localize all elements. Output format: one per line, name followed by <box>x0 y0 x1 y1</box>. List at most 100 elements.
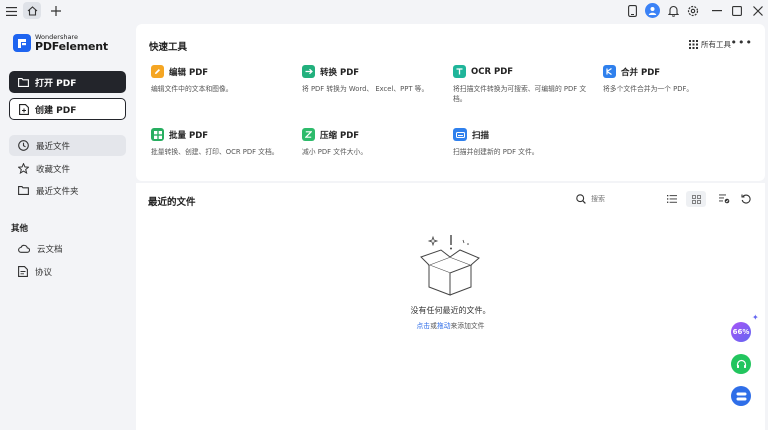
convert-pdf-icon <box>302 65 315 78</box>
ocr-pdf-icon <box>453 65 466 78</box>
brand-product: PDFelement <box>35 39 108 53</box>
tool-desc: 减小 PDF 文件大小。 <box>302 148 368 156</box>
recent-files-panel: 最近的文件 没有任何最近的文件。 点击或拖动来添加文件 <box>136 183 765 430</box>
tablet-icon[interactable] <box>624 3 640 19</box>
tool-convert-pdf[interactable]: 转换 PDF 将 PDF 转换为 Word、 Excel、PPT 等。 <box>302 65 452 94</box>
nav-cloud-documents-label: 云文档 <box>37 244 63 255</box>
empty-state-text: 没有任何最近的文件。 <box>410 306 491 315</box>
app-logo: Wondershare PDFelement <box>13 34 108 52</box>
merge-pdf-icon <box>603 65 616 78</box>
batch-pdf-icon <box>151 128 164 141</box>
nav-cloud-documents[interactable]: 云文档 <box>9 238 126 259</box>
click-link[interactable]: 点击 <box>417 322 431 330</box>
section-other-title: 其他 <box>11 224 29 234</box>
grid-view-icon <box>691 194 701 204</box>
open-pdf-button[interactable]: 打开 PDF <box>9 71 126 93</box>
avatar[interactable] <box>645 3 660 18</box>
nav-favorites-label: 收藏文件 <box>36 164 71 175</box>
tool-scan[interactable]: 扫描 扫描并创建新的 PDF 文件。 <box>453 128 603 157</box>
headset-icon <box>736 359 746 368</box>
settings-icon[interactable] <box>685 3 701 19</box>
scanner-icon <box>453 128 467 141</box>
clock-icon <box>18 140 29 151</box>
sidebar: Wondershare PDFelement 打开 PDF 创建 PDF 最近文… <box>0 22 135 430</box>
tool-desc: 将多个文件合并为一个 PDF。 <box>603 85 694 93</box>
refresh-icon <box>741 194 751 204</box>
title-bar <box>0 0 768 22</box>
search-icon <box>576 194 586 204</box>
empty-hint-rest: 来添加文件 <box>450 322 485 330</box>
empty-state-hint: 点击或拖动来添加文件 <box>136 320 765 330</box>
search-input[interactable] <box>591 195 661 203</box>
quick-tools-panel: 快速工具 所有工具 ••• 编辑 PDF 编辑文件中的文本和图像。 转换 PDF… <box>136 24 765 181</box>
quick-action-button[interactable] <box>731 386 751 406</box>
create-pdf-button[interactable]: 创建 PDF <box>9 98 126 120</box>
recent-files-title: 最近的文件 <box>148 197 196 208</box>
folder-open-icon <box>18 77 29 87</box>
tool-desc: 批量转换、创建、打印、OCR PDF 文档。 <box>151 148 279 156</box>
nav-recent-files-label: 最近文件 <box>36 141 71 152</box>
tool-desc: 将扫描文件转换为可搜索、可编辑的 PDF 文档。 <box>453 85 587 103</box>
create-file-icon <box>19 103 29 115</box>
edit-pdf-icon <box>151 65 164 78</box>
list-view-button[interactable] <box>664 191 680 207</box>
home-tab[interactable] <box>23 2 41 19</box>
quick-tools-title: 快速工具 <box>149 42 188 53</box>
tool-name: 编辑 PDF <box>169 67 209 78</box>
tool-merge-pdf[interactable]: 合并 PDF 将多个文件合并为一个 PDF。 <box>603 65 753 94</box>
empty-box-illustration <box>415 231 485 299</box>
document-icon <box>18 266 28 277</box>
tool-desc: 编辑文件中的文本和图像。 <box>151 85 233 93</box>
list-view-icon <box>667 195 677 203</box>
star-icon <box>18 163 29 174</box>
all-tools-button[interactable]: 所有工具 <box>689 39 731 50</box>
new-tab-button[interactable] <box>48 3 64 19</box>
tool-desc: 扫描并创建新的 PDF 文件。 <box>453 148 539 156</box>
tool-name: OCR PDF <box>471 66 514 77</box>
search-box[interactable] <box>576 190 676 208</box>
close-icon[interactable] <box>750 3 766 19</box>
pdfelement-logo-icon <box>13 34 31 52</box>
performance-percent: 66% <box>732 328 750 336</box>
bell-icon[interactable] <box>665 3 681 19</box>
empty-hint-or: 或 <box>430 322 437 330</box>
nav-recent-files[interactable]: 最近文件 <box>9 135 126 156</box>
tool-desc: 将 PDF 转换为 Word、 Excel、PPT 等。 <box>302 85 429 93</box>
folder-icon <box>18 186 29 195</box>
more-options-icon[interactable]: ••• <box>731 36 753 49</box>
performance-badge[interactable]: 66% <box>731 322 751 342</box>
tool-ocr-pdf[interactable]: OCR PDF 将扫描文件转换为可搜索、可编辑的 PDF 文档。 <box>453 65 603 104</box>
sparkle-icon: ✦ <box>752 313 759 322</box>
compress-pdf-icon <box>302 128 315 141</box>
tool-edit-pdf[interactable]: 编辑 PDF 编辑文件中的文本和图像。 <box>151 65 301 94</box>
nav-agreement[interactable]: 协议 <box>9 261 126 282</box>
user-icon <box>648 7 657 15</box>
tool-name: 转换 PDF <box>320 67 360 78</box>
grid-icon <box>689 40 698 49</box>
toggle-icon <box>736 392 746 400</box>
tool-compress-pdf[interactable]: 压缩 PDF 减小 PDF 文件大小。 <box>302 128 452 157</box>
nav-agreement-label: 协议 <box>35 267 53 278</box>
nav-favorites[interactable]: 收藏文件 <box>9 158 126 179</box>
nav-recent-folders[interactable]: 最近文件夹 <box>9 180 126 201</box>
home-icon <box>27 5 37 16</box>
cloud-icon <box>18 244 30 253</box>
tool-batch-pdf[interactable]: 批量 PDF 批量转换、创建、打印、OCR PDF 文档。 <box>151 128 301 157</box>
tool-name: 扫描 <box>472 130 490 141</box>
all-tools-label: 所有工具 <box>701 40 731 49</box>
filter-list-icon <box>718 194 729 204</box>
support-button[interactable] <box>731 354 751 374</box>
open-pdf-label: 打开 PDF <box>35 78 77 89</box>
tool-name: 合并 PDF <box>621 67 661 78</box>
drag-link[interactable]: 拖动 <box>437 322 451 330</box>
refresh-button[interactable] <box>738 191 754 207</box>
menu-icon[interactable] <box>3 3 19 19</box>
nav-recent-folders-label: 最近文件夹 <box>36 186 79 197</box>
filter-list-button[interactable] <box>716 191 732 207</box>
tool-name: 批量 PDF <box>169 130 209 141</box>
maximize-icon[interactable] <box>729 3 745 19</box>
grid-view-button[interactable] <box>686 191 706 207</box>
minimize-icon[interactable] <box>709 3 725 19</box>
create-pdf-label: 创建 PDF <box>35 105 77 116</box>
plus-icon <box>51 6 61 16</box>
